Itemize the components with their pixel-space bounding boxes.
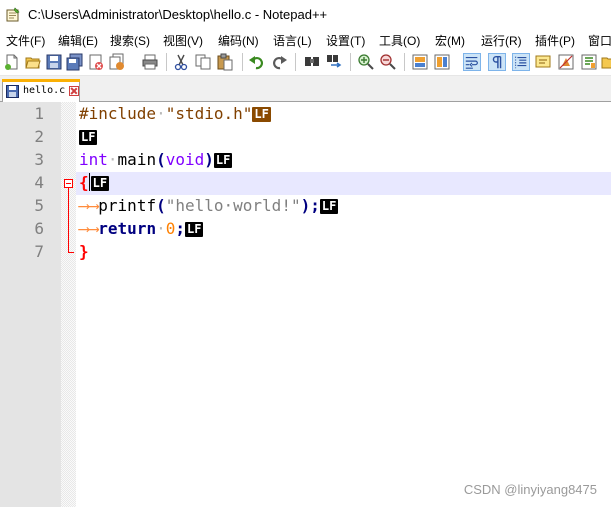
replace-icon[interactable]	[325, 53, 343, 71]
word-wrap-icon[interactable]	[463, 53, 481, 71]
save-icon[interactable]	[45, 53, 63, 71]
menu-edit[interactable]: 编辑(E)	[58, 32, 98, 49]
fold-collapse-icon[interactable]	[64, 179, 73, 188]
eol-marker: LF	[90, 176, 110, 191]
text-caret	[88, 173, 90, 191]
doc-map-icon[interactable]	[557, 53, 575, 71]
menu-tools[interactable]: 工具(O)	[379, 32, 420, 49]
toolbar-separator	[350, 53, 351, 71]
sync-vertical-icon[interactable]	[411, 53, 429, 71]
open-file-icon[interactable]	[24, 53, 42, 71]
menu-run[interactable]: 运行(R)	[481, 32, 522, 49]
toolbar-separator	[166, 53, 167, 71]
line-number: 1	[34, 104, 44, 123]
window-title: C:\Users\Administrator\Desktop\hello.c -…	[28, 7, 328, 22]
code-line-4[interactable]: {LF	[79, 171, 110, 194]
line-number: 4	[34, 173, 44, 192]
toolbar	[0, 50, 611, 76]
menu-macro[interactable]: 宏(M)	[435, 32, 465, 49]
zoom-in-icon[interactable]	[357, 53, 375, 71]
eol-marker: LF	[213, 153, 233, 168]
tab-label: hello.c	[23, 85, 66, 96]
menu-language[interactable]: 语言(L)	[273, 32, 312, 49]
indent-guide-icon[interactable]	[512, 53, 530, 71]
watermark: CSDN @linyiyang8475	[463, 482, 597, 497]
cut-icon[interactable]	[172, 53, 190, 71]
close-all-icon[interactable]	[108, 53, 126, 71]
line-number: 2	[34, 127, 44, 146]
folder-workspace-icon[interactable]	[601, 53, 611, 71]
code-line-3[interactable]: int·main(void) LF	[79, 148, 233, 171]
eol-marker: LF	[319, 199, 339, 214]
line-number-gutter: 1 2 3 4 5 6 7	[0, 102, 61, 507]
active-tab-indicator	[2, 79, 80, 82]
code-line-6[interactable]: ⟶⟶return·0; LF	[79, 217, 204, 240]
user-define-language-icon[interactable]	[534, 53, 552, 71]
new-file-icon[interactable]	[3, 53, 21, 71]
tab-bar: hello.c	[0, 76, 611, 102]
code-line-5[interactable]: ⟶⟶printf("hello·world!"); LF	[79, 194, 339, 217]
menu-search[interactable]: 搜索(S)	[110, 32, 150, 49]
zoom-out-icon[interactable]	[379, 53, 397, 71]
undo-icon[interactable]	[248, 53, 266, 71]
tab-close-icon[interactable]	[69, 86, 79, 96]
toolbar-separator	[242, 53, 243, 71]
menu-plugins[interactable]: 插件(P)	[535, 32, 575, 49]
eol-marker: LF	[79, 130, 98, 145]
save-all-icon[interactable]	[66, 53, 84, 71]
code-line-7[interactable]: }	[79, 240, 89, 263]
code-line-2[interactable]: LF	[79, 125, 98, 148]
eol-marker: LF	[185, 222, 204, 237]
menu-settings[interactable]: 设置(T)	[326, 32, 365, 49]
code-line-1[interactable]: #include·"stdio.h" LF	[79, 102, 271, 125]
eol-marker: LF	[252, 107, 271, 122]
menu-encoding[interactable]: 编码(N)	[218, 32, 259, 49]
find-icon[interactable]	[303, 53, 321, 71]
close-icon[interactable]	[87, 53, 105, 71]
line-number: 5	[34, 196, 44, 215]
line-number: 3	[34, 150, 44, 169]
print-icon[interactable]	[141, 53, 159, 71]
tab-hello-c[interactable]: hello.c	[2, 79, 80, 102]
toolbar-separator	[295, 53, 296, 71]
sync-horizontal-icon[interactable]	[433, 53, 451, 71]
toolbar-separator	[404, 53, 405, 71]
notepadplusplus-app-icon	[6, 7, 20, 22]
saved-file-icon	[6, 85, 19, 98]
line-number: 6	[34, 219, 44, 238]
editor-pane[interactable]: 1 2 3 4 5 6 7 #include·"stdio.h" LF LF in…	[0, 102, 611, 507]
menu-bar: 文件(F) 编辑(E) 搜索(S) 视图(V) 编码(N) 语言(L) 设置(T…	[0, 30, 611, 50]
title-bar: C:\Users\Administrator\Desktop\hello.c -…	[0, 0, 611, 30]
current-line-highlight	[76, 172, 611, 195]
fold-range-line	[68, 188, 69, 253]
function-list-icon[interactable]	[580, 53, 598, 71]
menu-view[interactable]: 视图(V)	[163, 32, 203, 49]
copy-icon[interactable]	[194, 53, 212, 71]
menu-window[interactable]: 窗口	[588, 32, 611, 49]
redo-icon[interactable]	[270, 53, 288, 71]
menu-file[interactable]: 文件(F)	[6, 32, 45, 49]
fold-range-end	[68, 252, 74, 253]
fold-margin[interactable]	[61, 102, 76, 507]
show-all-chars-icon[interactable]	[488, 53, 506, 71]
paste-icon[interactable]	[216, 53, 234, 71]
line-number: 7	[34, 242, 44, 261]
